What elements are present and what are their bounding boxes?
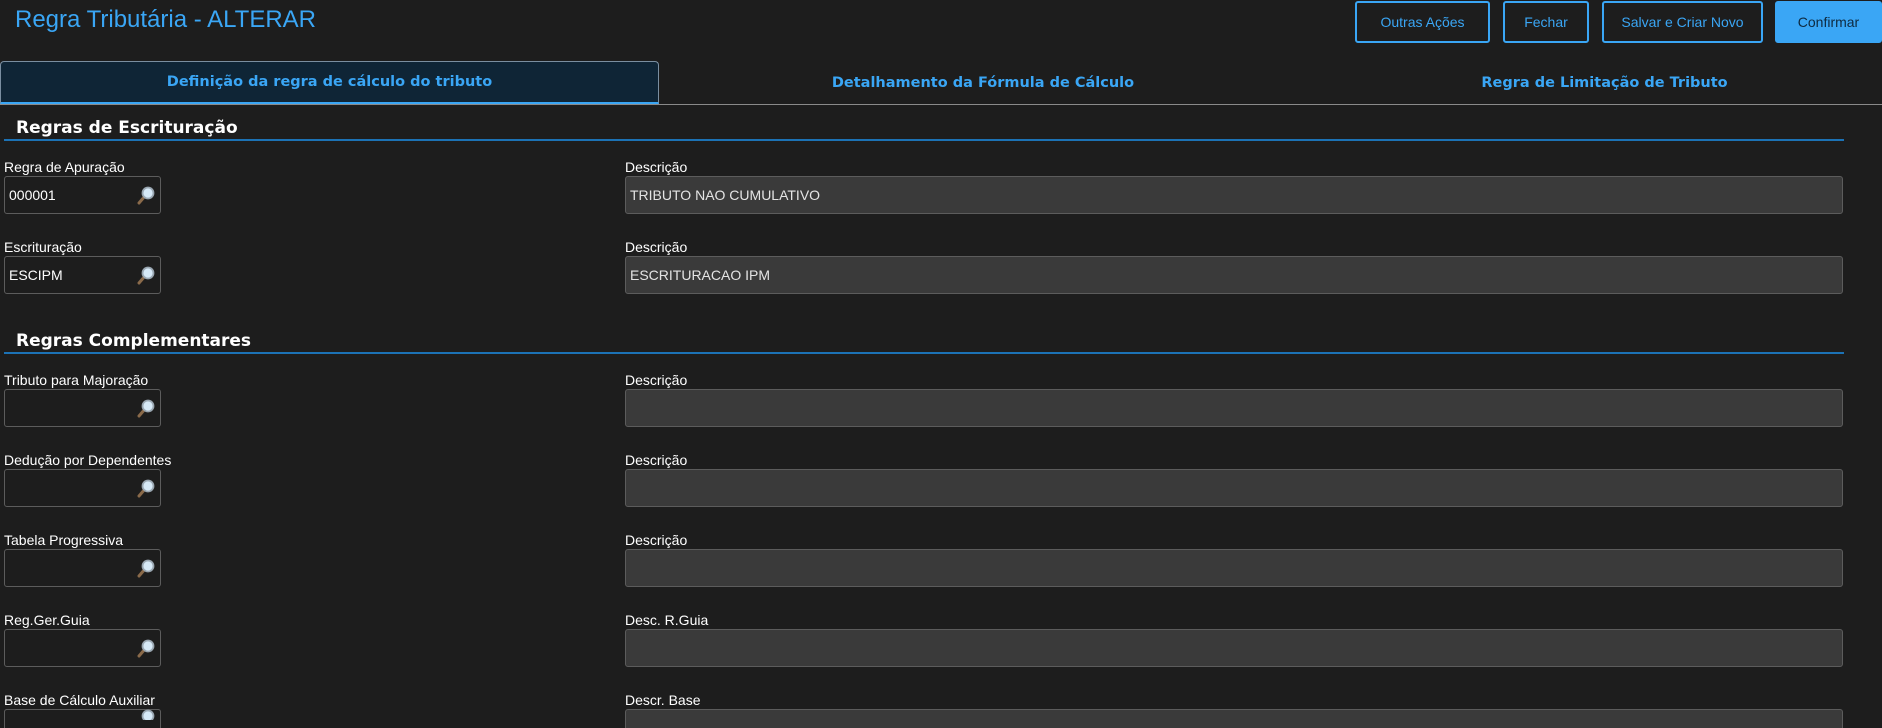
tabela-progressiva-desc-field bbox=[625, 549, 1843, 587]
deducao-dependentes-desc-field bbox=[625, 469, 1843, 507]
tab-detalhamento-formula[interactable]: Detalhamento da Fórmula de Cálculo bbox=[659, 61, 1307, 104]
magnifier-icon[interactable] bbox=[136, 558, 156, 578]
magnifier-icon[interactable] bbox=[136, 185, 156, 205]
section-title-escrituracao: Regras de Escrituração bbox=[16, 118, 238, 138]
tributo-majoracao-desc-label: Descrição bbox=[625, 372, 688, 388]
regra-apuracao-label: Regra de Apuração bbox=[4, 159, 125, 175]
magnifier-icon[interactable] bbox=[136, 398, 156, 418]
tabela-progressiva-input[interactable] bbox=[4, 549, 161, 587]
reg-ger-guia-desc-label: Desc. R.Guia bbox=[625, 612, 709, 628]
escrituracao-desc-label: Descrição bbox=[625, 239, 688, 255]
tributo-majoracao-input[interactable] bbox=[4, 389, 161, 427]
escrituracao-desc-field: ESCRITURACAO IPM bbox=[625, 256, 1843, 294]
tributo-majoracao-label: Tributo para Majoração bbox=[4, 372, 149, 388]
reg-ger-guia-input[interactable] bbox=[4, 629, 161, 667]
magnifier-icon[interactable] bbox=[136, 638, 156, 658]
base-calculo-aux-input-clip bbox=[4, 709, 161, 728]
tabela-progressiva-label: Tabela Progressiva bbox=[4, 532, 124, 548]
tab-regra-limitacao[interactable]: Regra de Limitação de Tributo bbox=[1307, 61, 1882, 104]
regra-apuracao-desc-label: Descrição bbox=[625, 159, 688, 175]
tabela-progressiva-desc-label: Descrição bbox=[625, 532, 688, 548]
base-calculo-aux-desc-label: Descr. Base bbox=[625, 692, 701, 708]
section-divider bbox=[4, 139, 1844, 141]
tab-definicao-regra[interactable]: Definição da regra de cálculo do tributo bbox=[0, 61, 659, 104]
outras-acoes-button[interactable]: Outras Ações bbox=[1355, 1, 1490, 43]
regra-apuracao-value: 000001 bbox=[9, 187, 56, 203]
deducao-dependentes-label: Dedução por Dependentes bbox=[4, 452, 172, 468]
escrituracao-value: ESCIPM bbox=[9, 267, 63, 283]
regra-apuracao-desc-value: TRIBUTO NAO CUMULATIVO bbox=[630, 187, 821, 203]
reg-ger-guia-desc-field bbox=[625, 629, 1843, 667]
magnifier-icon[interactable] bbox=[136, 478, 156, 498]
regra-apuracao-input[interactable]: 000001 bbox=[4, 176, 161, 214]
escrituracao-desc-value: ESCRITURACAO IPM bbox=[630, 267, 771, 283]
base-calculo-aux-desc-field bbox=[625, 709, 1843, 728]
tributo-majoracao-desc-field bbox=[625, 389, 1843, 427]
deducao-dependentes-input[interactable] bbox=[4, 469, 161, 507]
escrituracao-input[interactable]: ESCIPM bbox=[4, 256, 161, 294]
tab-bar: Definição da regra de cálculo do tributo… bbox=[0, 61, 1882, 105]
base-calculo-aux-label: Base de Cálculo Auxiliar bbox=[4, 692, 155, 708]
section-divider bbox=[4, 352, 1844, 354]
magnifier-icon[interactable] bbox=[136, 265, 156, 285]
deducao-dependentes-desc-label: Descrição bbox=[625, 452, 688, 468]
salvar-criar-novo-button[interactable]: Salvar e Criar Novo bbox=[1602, 1, 1763, 43]
reg-ger-guia-label: Reg.Ger.Guia bbox=[4, 612, 90, 628]
confirmar-button[interactable]: Confirmar bbox=[1775, 1, 1882, 43]
escrituracao-label: Escrituração bbox=[4, 239, 82, 255]
regra-apuracao-desc-field: TRIBUTO NAO CUMULATIVO bbox=[625, 176, 1843, 214]
magnifier-icon[interactable] bbox=[136, 708, 156, 720]
page: Regra Tributária - ALTERAR Outras Ações … bbox=[0, 0, 1882, 728]
section-title-complementares: Regras Complementares bbox=[16, 331, 252, 351]
fechar-button[interactable]: Fechar bbox=[1503, 1, 1589, 43]
page-title: Regra Tributária - ALTERAR bbox=[15, 6, 316, 33]
